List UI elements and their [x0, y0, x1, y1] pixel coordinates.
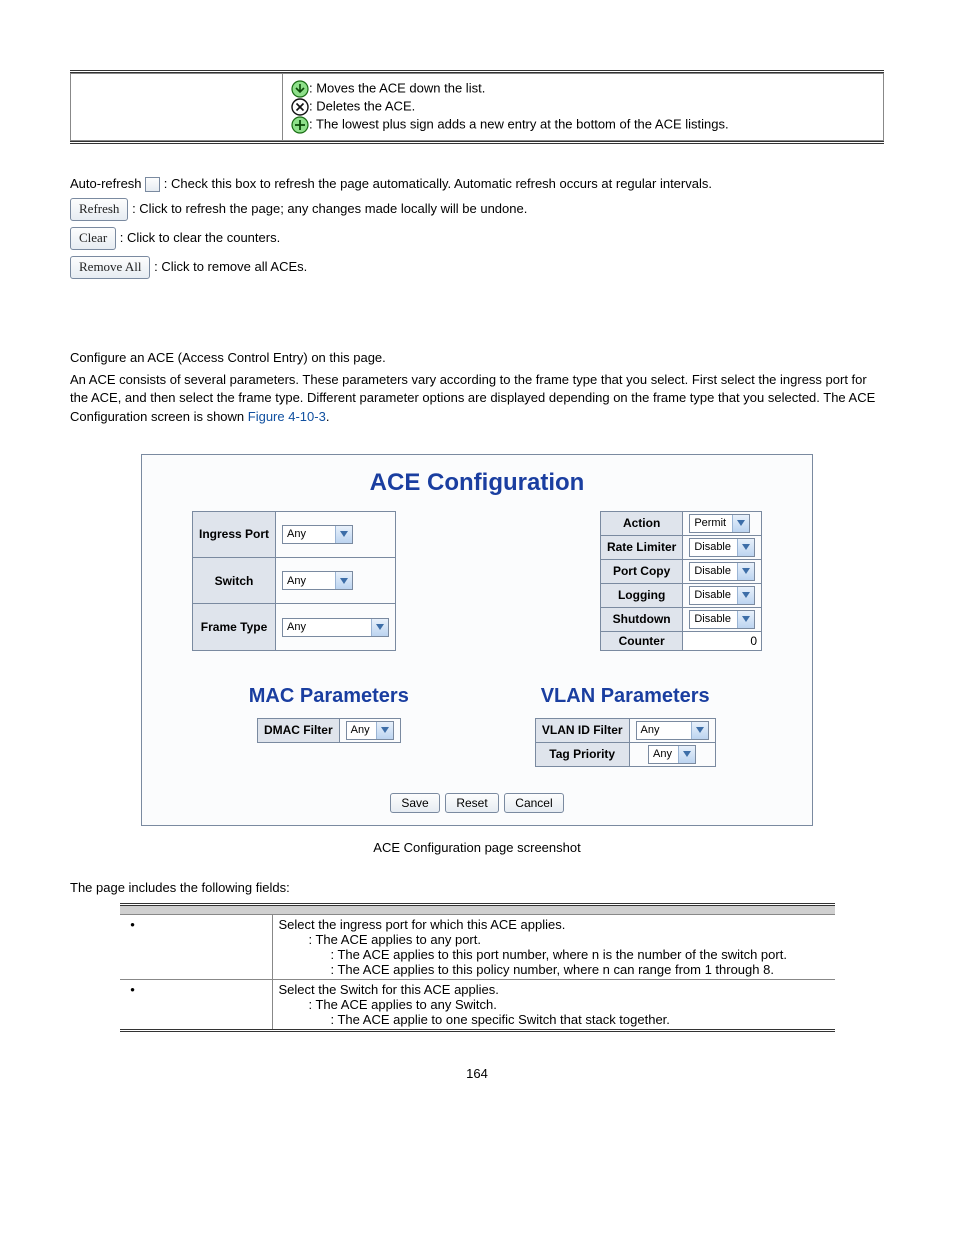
- fields-table: • Select the ingress port for which this…: [120, 903, 835, 1029]
- shutdown-label: Shutdown: [600, 607, 682, 631]
- move-down-icon: [291, 80, 309, 98]
- ingress-port-dropdown[interactable]: Any: [282, 525, 353, 544]
- delete-icon: [291, 98, 309, 116]
- ingress-port-label: Ingress Port: [193, 511, 276, 557]
- chevron-down-icon: [335, 572, 352, 589]
- chevron-down-icon: [335, 526, 352, 543]
- port-copy-label: Port Copy: [600, 559, 682, 583]
- refresh-text: : Click to refresh the page; any changes…: [132, 201, 527, 216]
- row1-c: : The ACE applies to this policy number,…: [279, 962, 829, 977]
- chevron-down-icon: [371, 619, 388, 636]
- chevron-down-icon: [678, 746, 695, 763]
- ace-config-title: ACE Configuration: [142, 469, 812, 497]
- dmac-filter-label: DMAC Filter: [257, 718, 339, 742]
- page-number: 164: [70, 1066, 884, 1081]
- switch-label: Switch: [193, 558, 276, 604]
- rate-limiter-dropdown[interactable]: Disable: [689, 538, 755, 557]
- row1-a: : The ACE applies to any port.: [279, 932, 829, 947]
- remove-all-text: : Click to remove all ACEs.: [154, 259, 307, 274]
- frame-type-dropdown[interactable]: Any: [282, 618, 389, 637]
- logging-dropdown[interactable]: Disable: [689, 586, 755, 605]
- tag-priority-label: Tag Priority: [535, 742, 629, 766]
- add-desc: : The lowest plus sign adds a new entry …: [309, 116, 729, 131]
- delete-desc: : Deletes the ACE.: [309, 98, 415, 113]
- body-p2: An ACE consists of several parameters. T…: [70, 371, 884, 426]
- mac-params-table: DMAC Filter Any: [257, 718, 401, 743]
- right-config-table: Action Permit Rate Limiter Disable Port …: [600, 511, 762, 651]
- chevron-down-icon: [737, 539, 754, 556]
- port-copy-dropdown[interactable]: Disable: [689, 562, 755, 581]
- action-label: Action: [600, 511, 682, 535]
- clear-text: : Click to clear the counters.: [120, 230, 280, 245]
- auto-refresh-checkbox[interactable]: [145, 177, 160, 192]
- left-config-table: Ingress Port Any Switch Any Frame Type A…: [192, 511, 396, 651]
- vlan-params-table: VLAN ID Filter Any Tag Priority Any: [535, 718, 716, 767]
- vlan-id-filter-label: VLAN ID Filter: [535, 718, 629, 742]
- rate-limiter-label: Rate Limiter: [600, 535, 682, 559]
- reset-button[interactable]: Reset: [445, 793, 498, 813]
- tag-priority-dropdown[interactable]: Any: [648, 745, 696, 764]
- row2-intro: Select the Switch for this ACE applies.: [279, 982, 829, 997]
- screenshot-caption: ACE Configuration page screenshot: [70, 840, 884, 855]
- icon-table-descriptions: : Moves the ACE down the list. : Deletes…: [283, 74, 884, 141]
- auto-refresh-text: : Check this box to refresh the page aut…: [164, 176, 712, 191]
- figure-link[interactable]: Figure 4-10-3: [248, 409, 326, 424]
- icon-table-left-empty: [71, 74, 283, 141]
- counter-value: 0: [683, 631, 762, 650]
- vlan-params-heading: VLAN Parameters: [488, 685, 762, 708]
- move-down-desc: : Moves the ACE down the list.: [309, 80, 485, 95]
- save-button[interactable]: Save: [390, 793, 439, 813]
- auto-refresh-label: Auto-refresh: [70, 176, 145, 191]
- counter-label: Counter: [600, 631, 682, 650]
- chevron-down-icon: [732, 515, 749, 532]
- fields-intro: The page includes the following fields:: [70, 879, 884, 897]
- chevron-down-icon: [737, 587, 754, 604]
- add-icon: [291, 116, 309, 134]
- remove-all-button[interactable]: Remove All: [70, 256, 150, 279]
- frame-type-label: Frame Type: [193, 604, 276, 650]
- logging-label: Logging: [600, 583, 682, 607]
- row2-a: : The ACE applies to any Switch.: [279, 997, 829, 1012]
- row1-intro: Select the ingress port for which this A…: [279, 917, 829, 932]
- vlan-id-filter-dropdown[interactable]: Any: [636, 721, 709, 740]
- mac-params-heading: MAC Parameters: [192, 685, 466, 708]
- shutdown-dropdown[interactable]: Disable: [689, 610, 755, 629]
- chevron-down-icon: [376, 722, 393, 739]
- ace-config-screenshot: ACE Configuration Ingress Port Any Switc…: [141, 454, 813, 826]
- chevron-down-icon: [691, 722, 708, 739]
- body-p1: Configure an ACE (Access Control Entry) …: [70, 349, 884, 367]
- row2-b: : The ACE applie to one specific Switch …: [279, 1012, 829, 1027]
- action-dropdown[interactable]: Permit: [689, 514, 750, 533]
- cancel-button[interactable]: Cancel: [504, 793, 563, 813]
- refresh-button[interactable]: Refresh: [70, 198, 128, 221]
- dmac-filter-dropdown[interactable]: Any: [346, 721, 394, 740]
- chevron-down-icon: [737, 611, 754, 628]
- chevron-down-icon: [737, 563, 754, 580]
- clear-button[interactable]: Clear: [70, 227, 116, 250]
- row1-b: : The ACE applies to this port number, w…: [279, 947, 829, 962]
- switch-dropdown[interactable]: Any: [282, 571, 353, 590]
